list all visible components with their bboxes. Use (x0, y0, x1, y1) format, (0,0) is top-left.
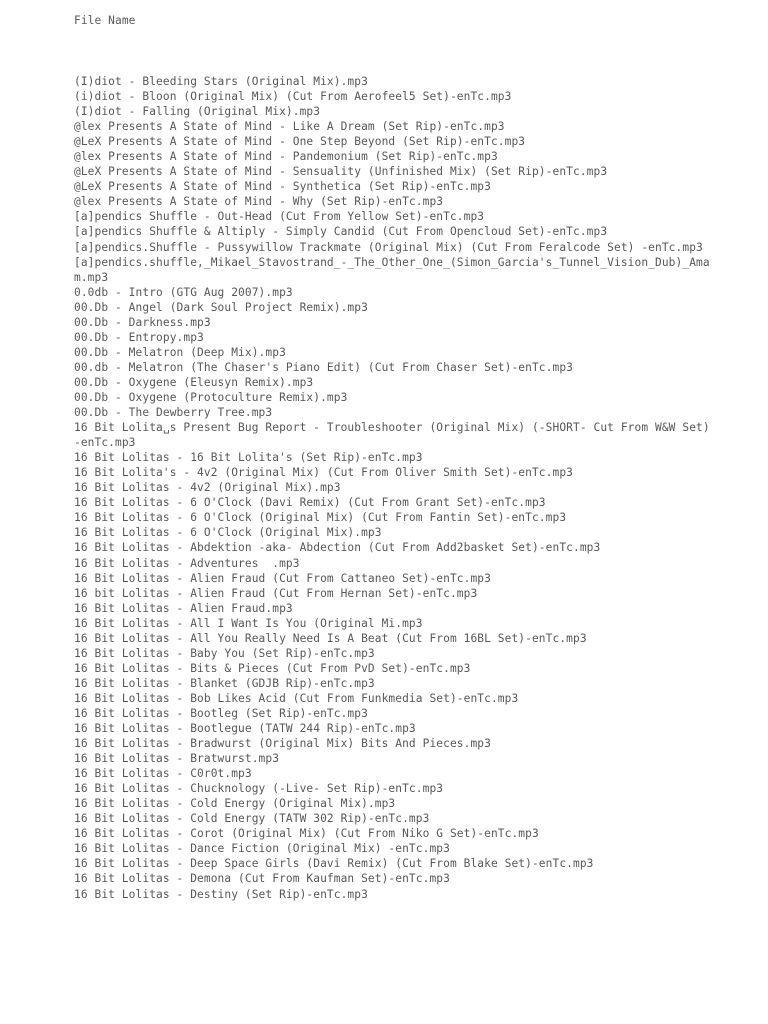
file-list-row: 16 Bit Lolitas - Bob Likes Acid (Cut Fro… (74, 691, 519, 705)
file-list-row: 16 Bit Lolita␣s Present Bug Report - Tro… (74, 421, 710, 450)
file-list-row: 16 Bit Lolitas - Alien Fraud (Cut From C… (74, 571, 491, 585)
file-list-row: @lex Presents A State of Mind - Pandemon… (74, 150, 498, 164)
file-list-row: [a]pendics Shuffle & Altiply - Simply Ca… (74, 225, 608, 239)
file-list-row: 16 Bit Lolitas - Cold Energy (TATW 302 R… (74, 812, 430, 826)
file-listing: (I)diot - Bleeding Stars (Original Mix).… (74, 74, 714, 902)
file-list-row: 16 Bit Lolitas - All You Really Need Is … (74, 631, 587, 645)
file-list-row: 16 Bit Lolitas - Alien Fraud.mp3 (74, 601, 293, 615)
file-list-row: 16 Bit Lolitas - Bits & Pieces (Cut From… (74, 661, 471, 675)
file-list-row: 00.Db - Darkness.mp3 (74, 315, 211, 329)
file-list-row: 16 Bit Lolitas - 6 O'Clock (Original Mix… (74, 511, 567, 525)
file-list-row: (I)diot - Bleeding Stars (Original Mix).… (74, 75, 368, 88)
file-list-row: 16 Bit Lolitas - Baby You (Set Rip)-enTc… (74, 646, 375, 660)
file-list-row: 16 Bit Lolitas - Adventures .mp3 (74, 556, 300, 570)
file-list-row: 00.Db - Oxygene (Eleusyn Remix).mp3 (74, 375, 314, 389)
file-list-row: 16 Bit Lolitas - Bratwurst.mp3 (74, 752, 280, 766)
file-list-row: 16 Bit Lolitas - Blanket (GDJB Rip)-enTc… (74, 676, 375, 690)
file-list-row: 16 Bit Lolita's - 4v2 (Original Mix) (Cu… (74, 466, 573, 480)
file-list-row: [a]pendics.Shuffle - Pussywillow Trackma… (74, 240, 703, 254)
file-list-row: [a]pendics Shuffle - Out-Head (Cut From … (74, 210, 485, 224)
file-list-row: 16 Bit Lolitas - Dance Fiction (Original… (74, 842, 450, 856)
file-list-row: 00.Db - Entropy.mp3 (74, 330, 204, 344)
file-list-row: [a]pendics.shuffle,_Mikael_Stavostrand_-… (74, 255, 710, 284)
file-list-row: 16 Bit Lolitas - 16 Bit Lolita's (Set Ri… (74, 451, 423, 465)
file-list-row: 0.0db - Intro (GTG Aug 2007).mp3 (74, 285, 293, 299)
file-list-row: @lex Presents A State of Mind - Like A D… (74, 120, 505, 134)
file-list-row: @LeX Presents A State of Mind - Syntheti… (74, 180, 491, 194)
file-list-row: 00.Db - Oxygene (Protoculture Remix).mp3 (74, 390, 348, 404)
file-list-row: @LeX Presents A State of Mind - Sensuali… (74, 165, 608, 179)
file-list-row: 16 Bit Lolitas - Chucknology (-Live- Set… (74, 782, 444, 796)
document-page: File Name (I)diot - Bleeding Stars (Orig… (0, 0, 768, 1024)
file-list-row: 00.Db - Melatron (Deep Mix).mp3 (74, 345, 286, 359)
file-list-row: 16 Bit Lolitas - Cold Energy (Original M… (74, 797, 396, 811)
file-list-row: 16 Bit Lolitas - 6 O'Clock (Davi Remix) … (74, 496, 546, 510)
file-list-row: 16 Bit Lolitas - All I Want Is You (Orig… (74, 616, 423, 630)
file-list-row: 00.db - Melatron (The Chaser's Piano Edi… (74, 360, 573, 374)
file-list-row: (i)diot - Bloon (Original Mix) (Cut From… (74, 90, 512, 104)
file-list-row: 00.Db - Angel (Dark Soul Project Remix).… (74, 300, 368, 314)
file-list-row: 16 Bit Lolitas - Abdektion -aka- Abdecti… (74, 541, 601, 555)
file-list-row: 16 Bit Lolitas - Bootlegue (TATW 244 Rip… (74, 722, 416, 736)
file-list-row: 16 Bit Lolitas - 4v2 (Original Mix).mp3 (74, 481, 341, 495)
file-list-row: 16 Bit Lolitas - Bradwurst (Original Mix… (74, 737, 491, 751)
file-list-row: 16 Bit Lolitas - Destiny (Set Rip)-enTc.… (74, 887, 368, 901)
file-list-row: 16 Bit Lolitas - C0r0t.mp3 (74, 767, 252, 781)
file-list-row: 16 Bit Lolitas - Demona (Cut From Kaufma… (74, 872, 450, 886)
file-list-row: 16 Bit Lolitas - 6 O'Clock (Original Mix… (74, 526, 382, 540)
file-list-row: @lex Presents A State of Mind - Why (Set… (74, 195, 444, 209)
column-header-file-name: File Name (74, 14, 136, 27)
file-list-row: 16 bit Lolitas - Alien Fraud (Cut From H… (74, 586, 478, 600)
file-list-row: @LeX Presents A State of Mind - One Step… (74, 135, 526, 149)
file-list-row: 00.Db - The Dewberry Tree.mp3 (74, 406, 273, 420)
file-list-row: 16 Bit Lolitas - Bootleg (Set Rip)-enTc.… (74, 706, 368, 720)
file-list-row: (I)diot - Falling (Original Mix).mp3 (74, 105, 321, 119)
file-list-row: 16 Bit Lolitas - Deep Space Girls (Davi … (74, 857, 594, 871)
file-list-row: 16 Bit Lolitas - Corot (Original Mix) (C… (74, 827, 539, 841)
